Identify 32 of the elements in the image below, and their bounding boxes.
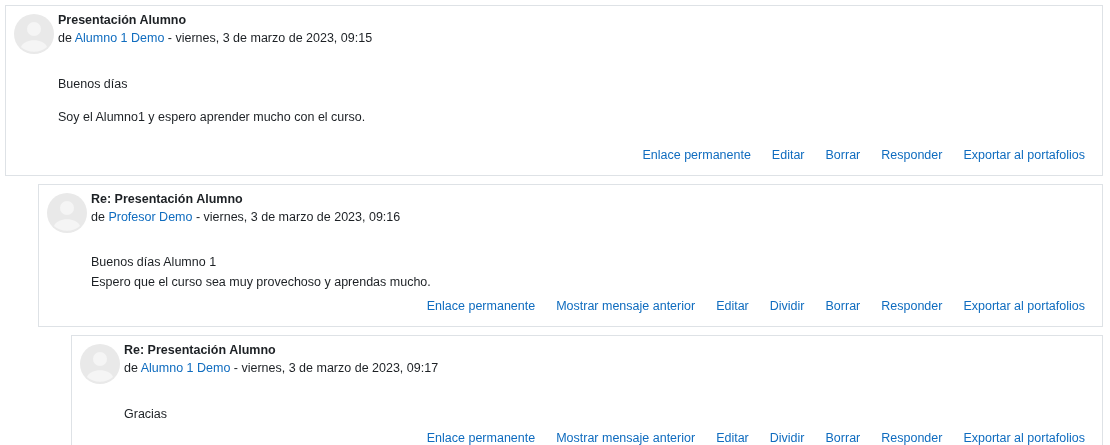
post-action-link[interactable]: Responder (881, 146, 943, 164)
post-action-link[interactable]: Exportar al portafolios (963, 297, 1085, 315)
post-action-link[interactable]: Dividir (769, 297, 805, 315)
message-paragraph: Gracias (124, 406, 169, 423)
post-subject: Re: Presentación Alumno (124, 342, 277, 359)
post-action-link[interactable]: Mostrar mensaje anterior (556, 429, 696, 445)
post-action-link[interactable]: Borrar (825, 429, 861, 445)
post-action-link[interactable]: Exportar al portafolios (963, 146, 1085, 164)
post-action-link[interactable]: Editar (716, 297, 749, 315)
post-action-link[interactable]: Editar (716, 429, 749, 445)
author-link[interactable]: Alumno 1 Demo (74, 31, 165, 45)
post-action-link[interactable]: Exportar al portafolios (963, 429, 1085, 445)
post-action-link[interactable]: Responder (881, 297, 943, 315)
post-action-link[interactable]: Borrar (825, 146, 861, 164)
post-action-link[interactable]: Enlace permanente (642, 146, 751, 164)
post-subject: Presentación Alumno (58, 12, 188, 29)
author-link[interactable]: Profesor Demo (108, 210, 193, 224)
post-action-link[interactable]: Mostrar mensaje anterior (556, 297, 696, 315)
post-action-link[interactable]: Responder (881, 429, 943, 445)
post-action-link[interactable]: Enlace permanente (426, 297, 536, 315)
message-paragraph: Soy el Alumno1 y espero aprender mucho con el curso. (58, 109, 367, 126)
message-paragraph: Buenos días Alumno 1 Espero que el curso sea muy provechoso y aprendas mucho. (91, 254, 432, 291)
post-byline: de Profesor Demo - viernes, 3 de marzo de 2023, 09:16 (91, 209, 401, 226)
post-subject: Re: Presentación Alumno (91, 191, 244, 208)
post-action-link[interactable]: Dividir (769, 429, 805, 445)
post-byline: de Alumno 1 Demo - viernes, 3 de marzo de 2023, 09:17 (124, 360, 439, 377)
post-action-link[interactable]: Enlace permanente (426, 429, 536, 445)
post-action-link[interactable]: Editar (771, 146, 805, 164)
post-action-link[interactable]: Borrar (825, 297, 861, 315)
author-link[interactable]: Alumno 1 Demo (140, 361, 231, 375)
post-byline: de Alumno 1 Demo - viernes, 3 de marzo de 2023, 09:15 (58, 30, 373, 47)
message-paragraph: Buenos días (58, 76, 129, 93)
